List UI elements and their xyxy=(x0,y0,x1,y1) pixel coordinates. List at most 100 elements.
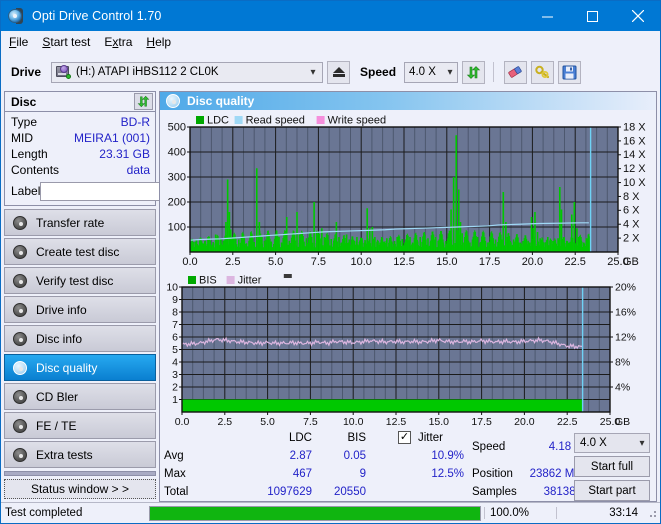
sidebar-item-label: Disc info xyxy=(36,331,83,346)
sidebar: Disc Type BD-R MID MEIRA1 (001) Length 2… xyxy=(1,91,243,502)
progress-bar-fill xyxy=(150,506,480,520)
disc-row-value: MEIRA1 (001) xyxy=(73,131,150,145)
svg-text:Read speed: Read speed xyxy=(246,115,305,127)
speed-select[interactable]: 4.0 X ▾ xyxy=(404,61,459,83)
save-button[interactable] xyxy=(558,60,582,84)
sidebar-nav: Transfer rate Create test disc Verify te… xyxy=(4,209,156,470)
status-bar: Test completed 100.0% 33:14 xyxy=(1,502,660,523)
sidebar-item-transfer-rate[interactable]: Transfer rate xyxy=(4,209,156,236)
chevron-down-icon: ▾ xyxy=(310,66,316,78)
svg-text:8: 8 xyxy=(172,306,178,318)
status-window-label: Status window > > xyxy=(30,482,130,496)
start-part-button[interactable]: Start part xyxy=(574,480,650,501)
ldc-avg-value: 2.87 xyxy=(289,450,312,462)
svg-text:12 X: 12 X xyxy=(623,163,646,175)
svg-text:6 X: 6 X xyxy=(623,205,640,217)
svg-text:LDC: LDC xyxy=(207,115,229,127)
menu-start-test[interactable]: Start test xyxy=(42,35,90,49)
jitter-checkbox-row[interactable]: ✓ Jitter xyxy=(398,431,443,444)
disc-row-key: Length xyxy=(11,147,48,161)
minimize-button[interactable] xyxy=(525,1,570,31)
disc-icon xyxy=(13,331,27,346)
statistics-panel: LDC BIS ✓ Jitter Avg Max Total 2.87 467 … xyxy=(160,430,656,501)
svg-text:2.5: 2.5 xyxy=(225,256,240,268)
disc-row-type: Type BD-R xyxy=(11,114,150,130)
start-part-label: Start part xyxy=(588,484,636,497)
status-window-button[interactable]: Status window > > xyxy=(4,479,156,499)
svg-text:7.5: 7.5 xyxy=(311,256,326,268)
refresh-button[interactable] xyxy=(462,60,486,84)
svg-text:10: 10 xyxy=(166,281,178,293)
sidebar-item-disc-info[interactable]: Disc info xyxy=(4,325,156,352)
disc-icon xyxy=(13,389,27,404)
bis-chart[interactable]: 1 2 3 4 5 6 7 8 9 10 4% 8% 12% 16% 20% 0.0 2.5 5.0 7.5 10.0… xyxy=(160,270,656,430)
maximize-button[interactable] xyxy=(570,1,615,31)
page-title: Disc quality xyxy=(187,94,255,108)
jitter-label: Jitter xyxy=(418,431,443,444)
svg-text:7.5: 7.5 xyxy=(303,416,318,428)
eraser-icon xyxy=(508,65,522,78)
close-button[interactable] xyxy=(615,1,660,31)
svg-text:0.0: 0.0 xyxy=(182,256,197,268)
sidebar-item-fe-te[interactable]: FE / TE xyxy=(4,412,156,439)
svg-text:200: 200 xyxy=(168,196,186,208)
svg-text:4 X: 4 X xyxy=(623,219,640,231)
window-title: Opti Drive Control 1.70 xyxy=(32,9,162,23)
keys-button[interactable] xyxy=(531,60,555,84)
sidebar-item-drive-info[interactable]: Drive info xyxy=(4,296,156,323)
sidebar-item-disc-quality[interactable]: Disc quality xyxy=(4,354,156,381)
drive-toolbar: Drive (H:) ATAPI iHBS112 2 CL0K ▾ Speed … xyxy=(1,53,660,91)
eraser-button[interactable] xyxy=(504,60,528,84)
svg-text:15.0: 15.0 xyxy=(429,416,450,428)
svg-text:10.0: 10.0 xyxy=(343,416,364,428)
svg-text:1: 1 xyxy=(172,394,178,406)
bis-avg-value: 0.05 xyxy=(343,450,366,462)
sidebar-item-cd-bler[interactable]: CD Bler xyxy=(4,383,156,410)
jitter-avg-value: 10.9% xyxy=(431,450,464,462)
menu-help[interactable]: Help xyxy=(146,35,171,49)
svg-text:GB: GB xyxy=(623,256,639,268)
svg-text:15.0: 15.0 xyxy=(436,256,457,268)
svg-text:5.0: 5.0 xyxy=(268,256,283,268)
refresh-icon xyxy=(137,95,150,108)
disc-refresh-button[interactable] xyxy=(134,93,153,110)
sidebar-item-verify-test-disc[interactable]: Verify test disc xyxy=(4,267,156,294)
svg-text:5.0: 5.0 xyxy=(260,416,275,428)
disc-row-value: 23.31 GB xyxy=(99,147,150,161)
test-speed-select[interactable]: 4.0 X ▾ xyxy=(574,433,650,453)
jitter-checkbox[interactable]: ✓ xyxy=(398,431,411,444)
svg-text:10 X: 10 X xyxy=(623,177,646,189)
eject-button[interactable] xyxy=(327,60,351,84)
resize-grip[interactable] xyxy=(646,507,658,519)
eject-icon xyxy=(332,67,345,73)
svg-text:GB: GB xyxy=(615,416,630,428)
elapsed-time: 33:14 xyxy=(556,507,646,519)
sidebar-item-extra-tests[interactable]: Extra tests xyxy=(4,441,156,468)
svg-text:7: 7 xyxy=(172,319,178,331)
svg-text:6: 6 xyxy=(172,331,178,343)
svg-text:17.5: 17.5 xyxy=(479,256,500,268)
drive-select[interactable]: (H:) ATAPI iHBS112 2 CL0K ▾ xyxy=(51,61,324,83)
ldc-chart[interactable]: 100 200 300 400 500 2 X 4 X 6 X 8 X 10 X 12 X 14 X 1… xyxy=(160,110,656,270)
sidebar-item-create-test-disc[interactable]: Create test disc xyxy=(4,238,156,265)
svg-text:12%: 12% xyxy=(615,331,636,343)
title-bar: Opti Drive Control 1.70 xyxy=(1,1,660,31)
menu-extra[interactable]: Extra xyxy=(104,35,132,49)
disc-icon xyxy=(13,447,27,462)
disc-info-panel: Disc Type BD-R MID MEIRA1 (001) Length 2… xyxy=(4,91,243,206)
sidebar-item-label: Drive info xyxy=(36,302,87,317)
svg-text:BIS: BIS xyxy=(199,275,217,287)
svg-text:400: 400 xyxy=(168,146,186,158)
disc-row-key: MID xyxy=(11,131,33,145)
disc-row-key: Contents xyxy=(11,163,60,177)
disc-icon xyxy=(13,273,27,288)
drive-select-value: (H:) ATAPI iHBS112 2 CL0K xyxy=(76,66,219,78)
start-full-button[interactable]: Start full xyxy=(574,456,650,477)
sidebar-item-label: Verify test disc xyxy=(36,273,114,288)
menu-file[interactable]: FFileile xyxy=(9,35,28,49)
disc-panel-title: Disc xyxy=(11,94,37,109)
samples-stat-value: 381387 xyxy=(543,486,582,498)
drive-icon xyxy=(55,65,72,79)
disc-icon xyxy=(166,94,180,108)
disc-row-length: Length 23.31 GB xyxy=(11,146,150,162)
